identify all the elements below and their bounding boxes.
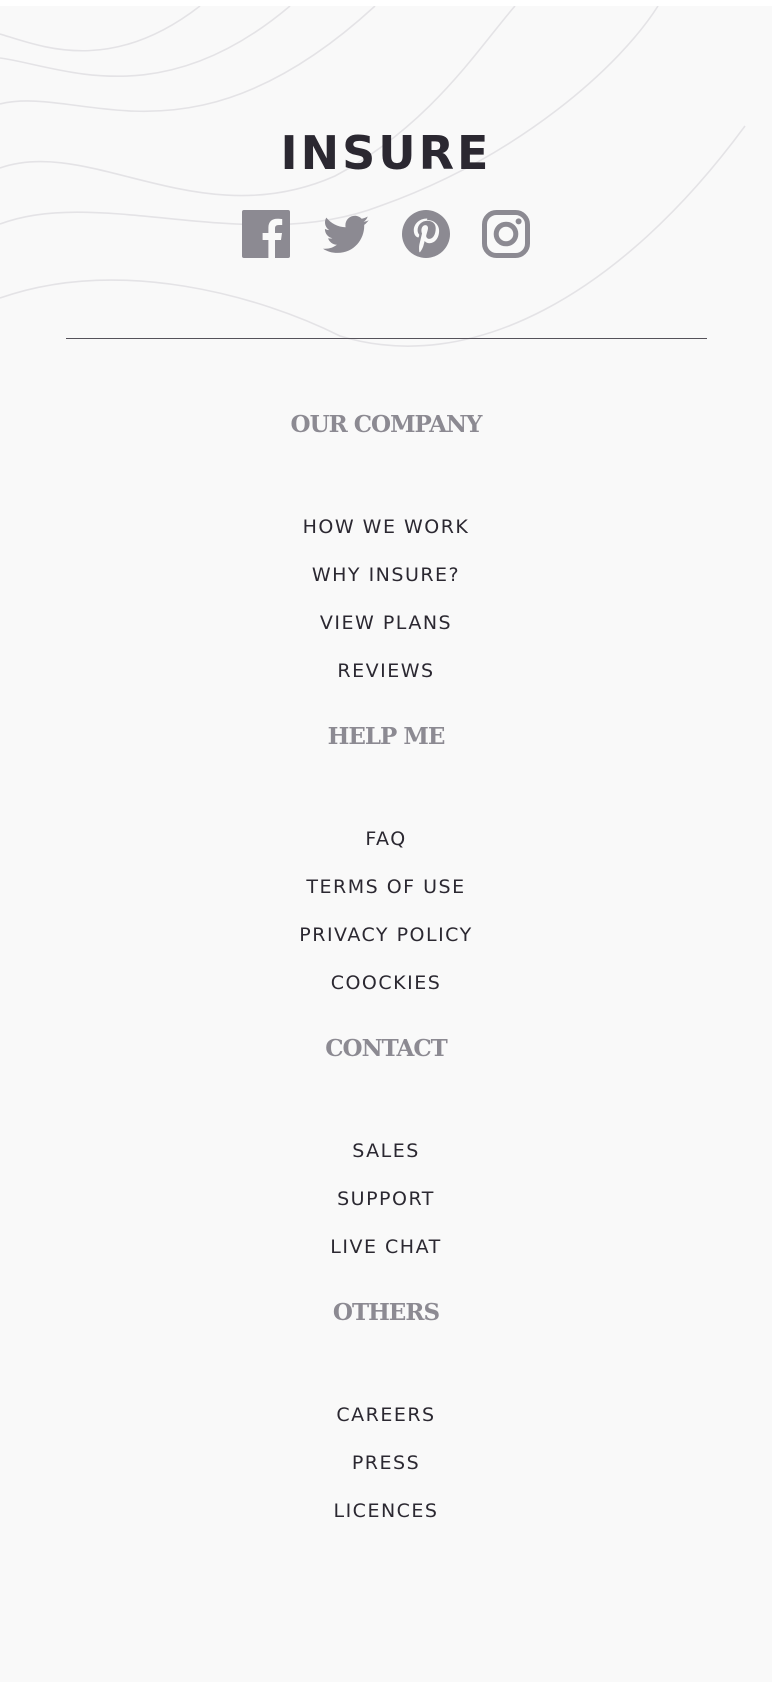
background-wave-pattern bbox=[0, 6, 746, 347]
link-faq[interactable]: FAQ bbox=[0, 826, 772, 852]
instagram-link[interactable] bbox=[482, 210, 530, 258]
link-licences[interactable]: LICENCES bbox=[0, 1498, 772, 1524]
section-title-help-me: HELP ME bbox=[327, 723, 446, 750]
section-title-others: OTHERS bbox=[332, 1299, 440, 1326]
link-sales[interactable]: SALES bbox=[0, 1138, 772, 1164]
link-press[interactable]: PRESS bbox=[0, 1450, 772, 1476]
link-how-we-work[interactable]: HOW WE WORK bbox=[0, 514, 772, 540]
link-reviews[interactable]: REVIEWS bbox=[0, 658, 772, 684]
link-why-insure[interactable]: WHY INSURE? bbox=[0, 562, 772, 588]
section-title-our-company: OUR COMPANY bbox=[290, 411, 483, 438]
link-terms-of-use[interactable]: TERMS OF USE bbox=[0, 874, 772, 900]
link-support[interactable]: SUPPORT bbox=[0, 1186, 772, 1212]
pinterest-link[interactable] bbox=[402, 210, 450, 258]
twitter-link[interactable] bbox=[322, 210, 370, 258]
link-careers[interactable]: CAREERS bbox=[0, 1402, 772, 1428]
facebook-icon bbox=[242, 210, 290, 258]
twitter-icon bbox=[323, 215, 369, 253]
pinterest-icon bbox=[402, 210, 450, 258]
facebook-link[interactable] bbox=[242, 210, 290, 258]
social-links bbox=[0, 210, 772, 262]
link-view-plans[interactable]: VIEW PLANS bbox=[0, 610, 772, 636]
link-live-chat[interactable]: LIVE CHAT bbox=[0, 1234, 772, 1260]
footer-divider bbox=[66, 338, 707, 339]
site-footer: INSURE OUR COMPANY HOW WE WORK WHY INSUR… bbox=[0, 6, 772, 1682]
instagram-icon bbox=[482, 210, 530, 258]
link-privacy-policy[interactable]: PRIVACY POLICY bbox=[0, 922, 772, 948]
link-cookies[interactable]: COOCKIES bbox=[0, 970, 772, 996]
logo[interactable]: INSURE bbox=[0, 128, 772, 178]
section-title-contact: CONTACT bbox=[325, 1035, 448, 1062]
